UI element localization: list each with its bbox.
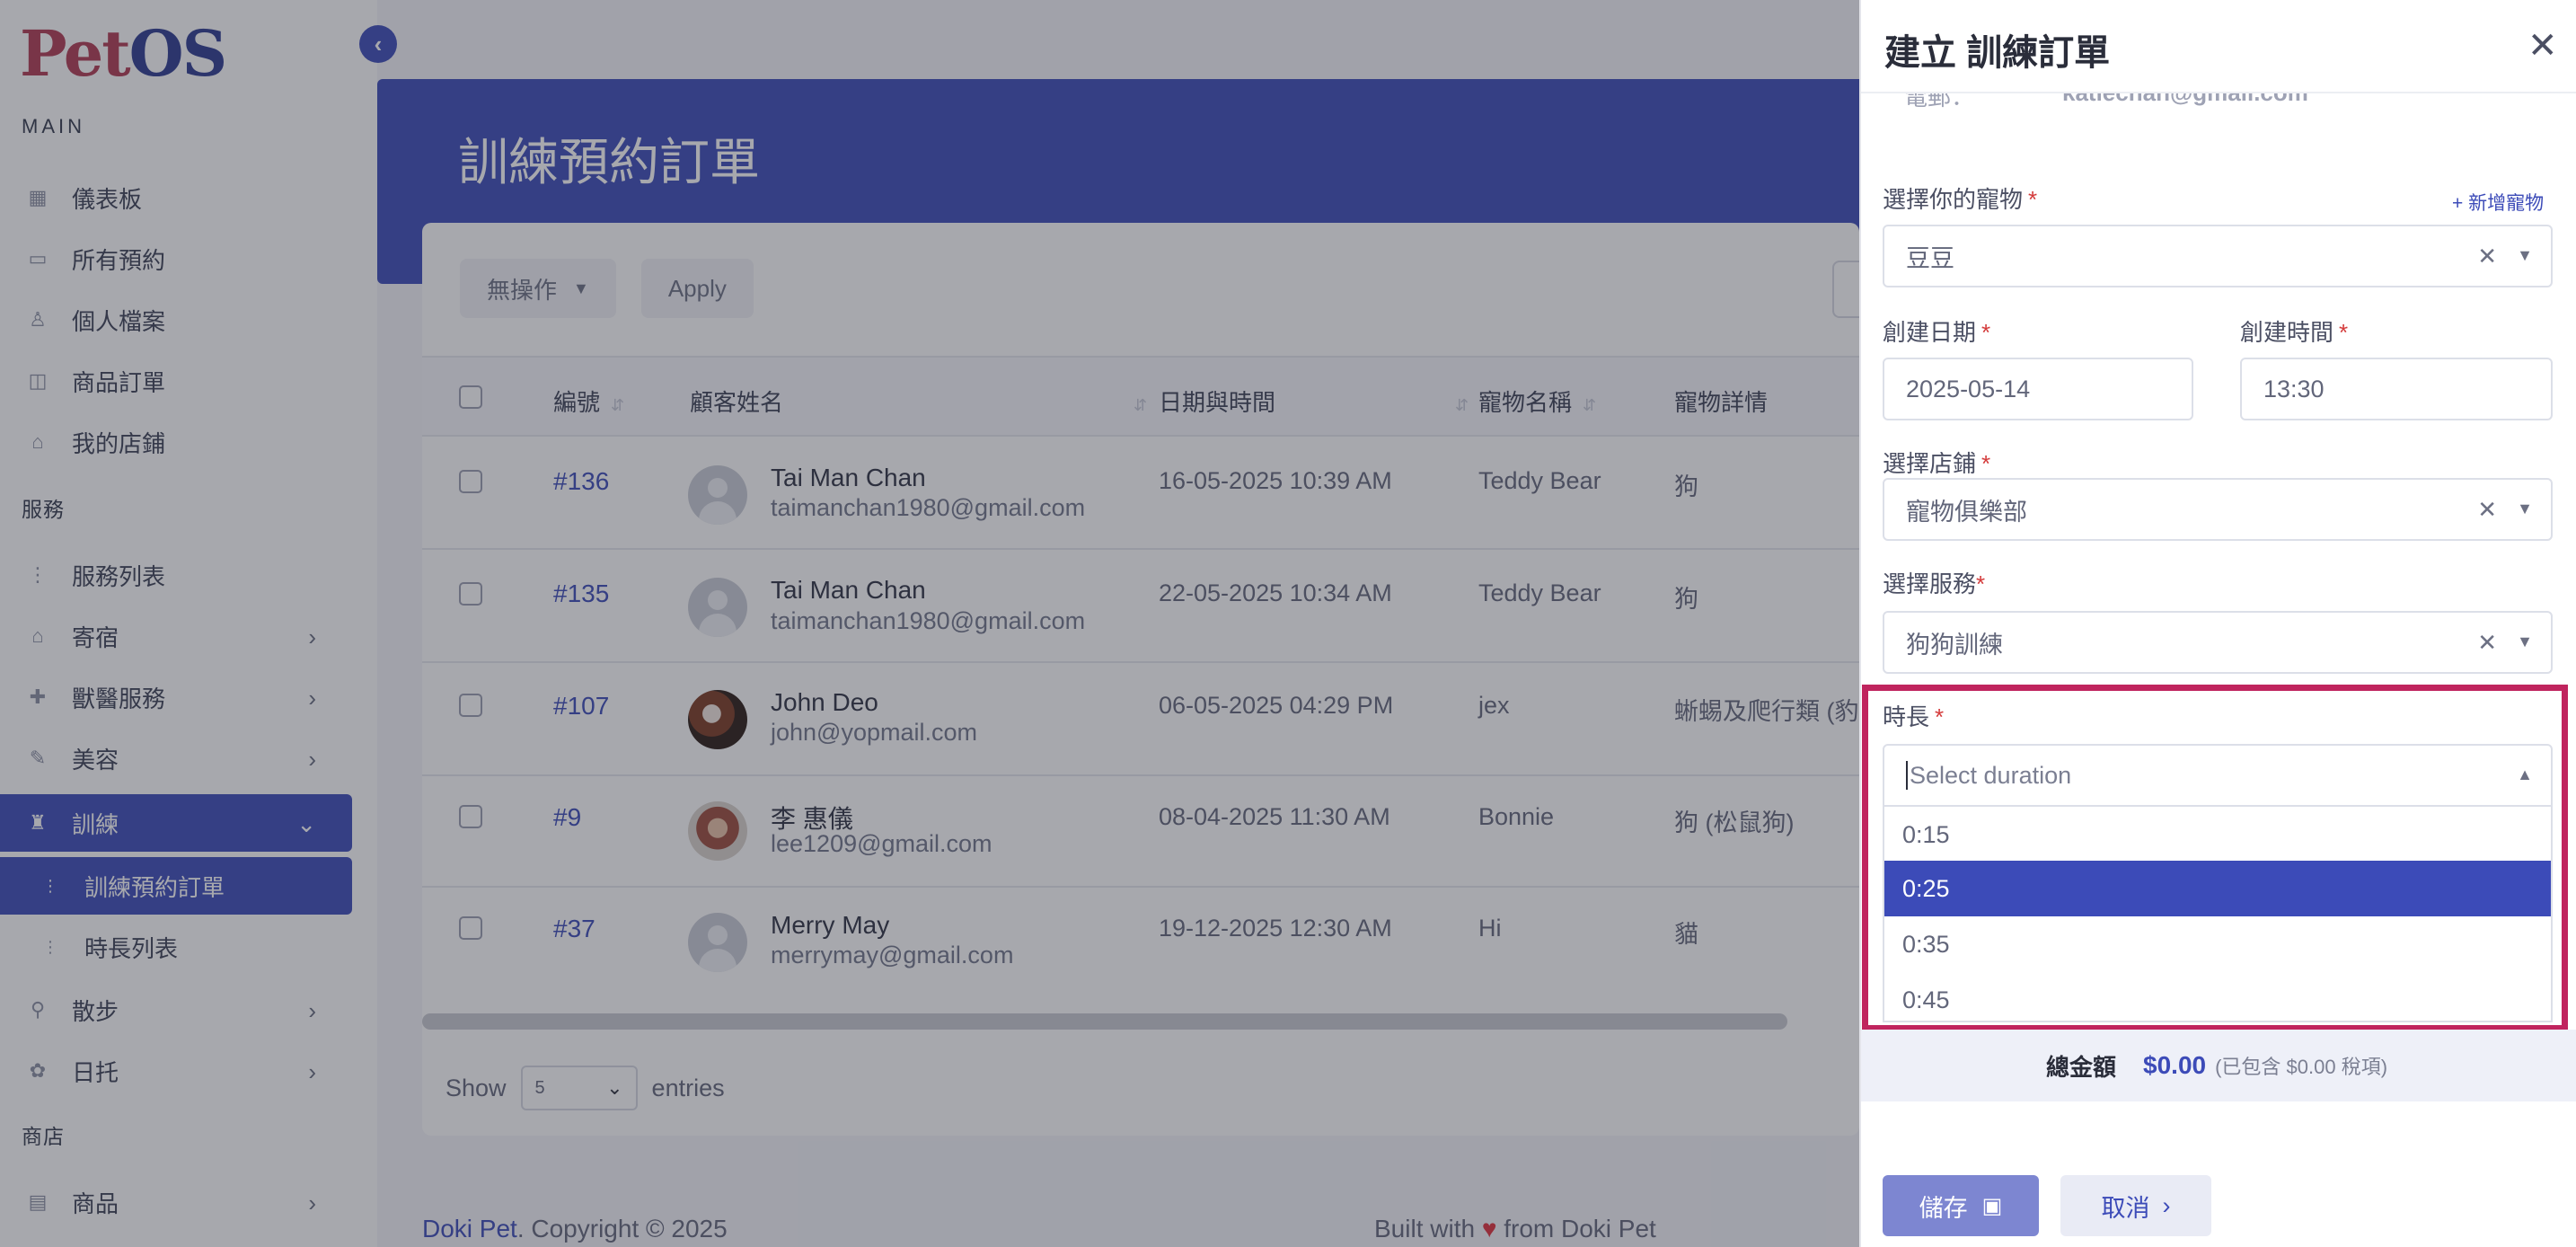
clear-icon[interactable]: ✕: [2477, 629, 2497, 657]
date-input[interactable]: 2025-05-14: [1883, 358, 2193, 420]
duration-label: 時長 *: [1883, 703, 1945, 730]
caret-up-icon: ▲: [2517, 765, 2533, 783]
store-select[interactable]: 寵物俱樂部 ✕ ▼: [1883, 478, 2553, 541]
time-label: 創建時間 *: [2240, 319, 2349, 346]
clear-icon[interactable]: ✕: [2477, 243, 2497, 270]
total-label: 總金額: [2046, 1053, 2117, 1081]
duration-option[interactable]: 0:45: [1884, 972, 2551, 1028]
save-button[interactable]: 儲存 ▣: [1883, 1175, 2039, 1236]
clear-icon[interactable]: ✕: [2477, 496, 2497, 524]
service-label: 選擇服務*: [1883, 570, 1986, 597]
duration-select[interactable]: Select duration ▲: [1883, 744, 2553, 807]
pet-label: 選擇你的寵物 *: [1883, 186, 2038, 213]
total-tax-note: (已包含 $0.00 稅項): [2215, 1056, 2388, 1078]
service-select[interactable]: 狗狗訓練 ✕ ▼: [1883, 611, 2553, 674]
date-label: 創建日期 *: [1883, 319, 1991, 346]
save-icon: ▣: [1981, 1193, 2003, 1218]
time-input[interactable]: 13:30: [2240, 358, 2553, 420]
duration-option-selected[interactable]: 0:25: [1884, 861, 2551, 916]
duration-option[interactable]: 0:15: [1884, 807, 2551, 862]
add-pet-link[interactable]: + 新增寵物: [2452, 189, 2544, 216]
cancel-button[interactable]: 取消 ›: [2060, 1175, 2211, 1236]
caret-down-icon: ▼: [2517, 632, 2533, 650]
caret-down-icon: ▼: [2517, 246, 2533, 264]
modal-backdrop[interactable]: [0, 0, 1859, 1247]
caret-down-icon: ▼: [2517, 500, 2533, 517]
duration-option[interactable]: 0:35: [1884, 916, 2551, 972]
pet-select[interactable]: 豆豆 ✕ ▼: [1883, 225, 2553, 287]
text-cursor: [1906, 761, 1908, 790]
drawer-title: 建立 訓練訂單: [1884, 33, 2111, 73]
chevron-right-icon: ›: [2162, 1191, 2171, 1219]
close-icon[interactable]: ✕: [2527, 25, 2558, 66]
store-label: 選擇店鋪 *: [1883, 450, 1991, 477]
total-amount: $0.00: [2143, 1051, 2207, 1079]
total-summary: 總金額 $0.00 (已包含 $0.00 稅項): [1861, 1030, 2576, 1101]
drawer-header: 建立 訓練訂單 ✕: [1861, 0, 2576, 93]
duration-dropdown-list: 0:15 0:25 0:35 0:45: [1883, 807, 2553, 1022]
